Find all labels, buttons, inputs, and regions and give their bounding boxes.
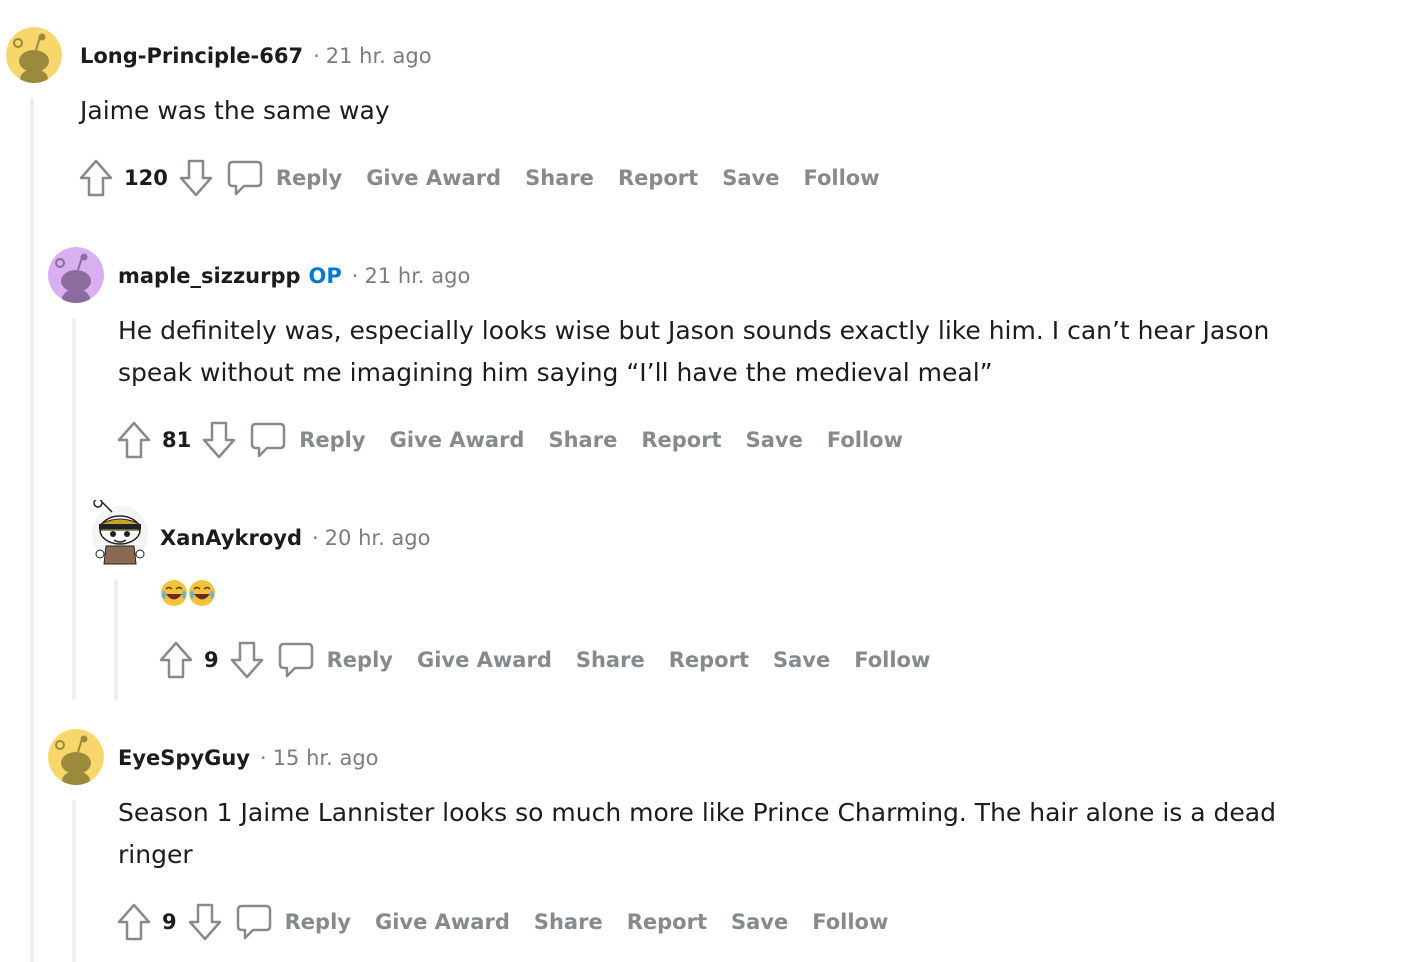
upvote-arrow-icon[interactable] (116, 420, 152, 460)
comment-meta: maple_sizzurpp OP · 21 hr. ago (118, 256, 470, 296)
username[interactable]: EyeSpyGuy (118, 746, 250, 770)
avatar[interactable] (6, 27, 62, 83)
report-button[interactable]: Report (627, 910, 707, 934)
comment-bubble-icon (236, 904, 271, 940)
avatar[interactable] (48, 247, 104, 303)
share-button[interactable]: Share (534, 910, 603, 934)
avatar[interactable] (48, 729, 104, 785)
timestamp[interactable]: 15 hr. ago (273, 746, 379, 770)
avatar[interactable] (90, 500, 150, 566)
save-button[interactable]: Save (731, 910, 788, 934)
thread-line-level-0[interactable] (30, 98, 34, 962)
comment-body: 😂😂 (160, 578, 220, 608)
give-award-button[interactable]: Give Award (375, 910, 510, 934)
thread-line-level-2[interactable] (114, 580, 118, 700)
vote-score: 9 (162, 910, 177, 934)
comment-actions: 81 Reply Give Award Share Report Save Fo… (116, 418, 927, 462)
upvote-arrow-icon[interactable] (78, 158, 114, 198)
report-button[interactable]: Report (641, 428, 721, 452)
comment-bubble-icon (250, 422, 286, 458)
downvote-arrow-icon[interactable] (201, 420, 237, 460)
report-button[interactable]: Report (669, 648, 749, 672)
share-button[interactable]: Share (525, 166, 594, 190)
comment-body: Jaime was the same way (80, 96, 390, 125)
username[interactable]: XanAykroyd (160, 526, 302, 550)
reply-button[interactable]: Reply (249, 420, 389, 460)
reply-button[interactable]: Reply (235, 902, 375, 942)
thread-line-level-1b[interactable] (72, 800, 76, 962)
separator: · (351, 264, 359, 288)
separator: · (313, 44, 320, 68)
share-button[interactable]: Share (548, 428, 617, 452)
give-award-button[interactable]: Give Award (366, 166, 501, 190)
upvote-arrow-icon[interactable] (158, 640, 194, 680)
reply-label: Reply (284, 910, 351, 934)
comment-body: Season 1 Jaime Lannister looks so much m… (118, 798, 1276, 869)
username[interactable]: maple_sizzurpp (118, 264, 301, 288)
follow-button[interactable]: Follow (854, 648, 930, 672)
timestamp[interactable]: 20 hr. ago (325, 526, 431, 550)
comment-meta: EyeSpyGuy · 15 hr. ago (118, 738, 379, 778)
snoo-avatar-icon (48, 729, 104, 785)
save-button[interactable]: Save (773, 648, 830, 672)
comment-bubble-icon (227, 160, 263, 196)
reply-label: Reply (275, 166, 343, 190)
downvote-arrow-icon[interactable] (187, 902, 223, 942)
save-button[interactable]: Save (722, 166, 779, 190)
custom-snoo-avatar-icon (92, 500, 148, 565)
username[interactable]: Long-Principle-667 (80, 44, 303, 68)
vote-score: 120 (124, 166, 168, 190)
comment-meta: XanAykroyd · 20 hr. ago (160, 518, 430, 558)
timestamp[interactable]: 21 hr. ago (364, 264, 470, 288)
give-award-button[interactable]: Give Award (390, 428, 525, 452)
thread-line-level-1[interactable] (72, 318, 76, 700)
comment-meta: Long-Principle-667 · 21 hr. ago (80, 36, 432, 76)
report-button[interactable]: Report (618, 166, 698, 190)
reply-label: Reply (326, 648, 393, 672)
snoo-avatar-icon (48, 247, 104, 303)
reply-label: Reply (299, 428, 366, 452)
follow-button[interactable]: Follow (812, 910, 888, 934)
vote-score: 9 (204, 648, 219, 672)
comment-thread: Long-Principle-667 · 21 hr. ago Jaime wa… (0, 0, 1414, 962)
timestamp[interactable]: 21 hr. ago (326, 44, 432, 68)
downvote-arrow-icon[interactable] (178, 158, 214, 198)
share-button[interactable]: Share (576, 648, 645, 672)
reply-button[interactable]: Reply (226, 158, 366, 198)
give-award-button[interactable]: Give Award (417, 648, 552, 672)
snoo-avatar-icon (6, 27, 62, 83)
comment-bubble-icon (278, 642, 313, 678)
separator: · (260, 746, 267, 770)
downvote-arrow-icon[interactable] (229, 640, 265, 680)
comment-actions: 120 Reply Give Award Share Report Save F… (78, 156, 904, 200)
vote-score: 81 (162, 428, 192, 452)
save-button[interactable]: Save (746, 428, 803, 452)
upvote-arrow-icon[interactable] (116, 902, 152, 942)
separator: · (311, 526, 319, 550)
op-badge: OP (308, 264, 342, 288)
follow-button[interactable]: Follow (827, 428, 903, 452)
comment-body: He definitely was, especially looks wise… (118, 316, 1270, 387)
reply-button[interactable]: Reply (277, 640, 417, 680)
comment-actions: 9 Reply Give Award Share Report Save Fol… (158, 638, 954, 682)
follow-button[interactable]: Follow (803, 166, 879, 190)
tears-of-joy-emoji-icon (161, 580, 215, 606)
comment-actions: 9 Reply Give Award Share Report Save Fol… (116, 900, 912, 944)
